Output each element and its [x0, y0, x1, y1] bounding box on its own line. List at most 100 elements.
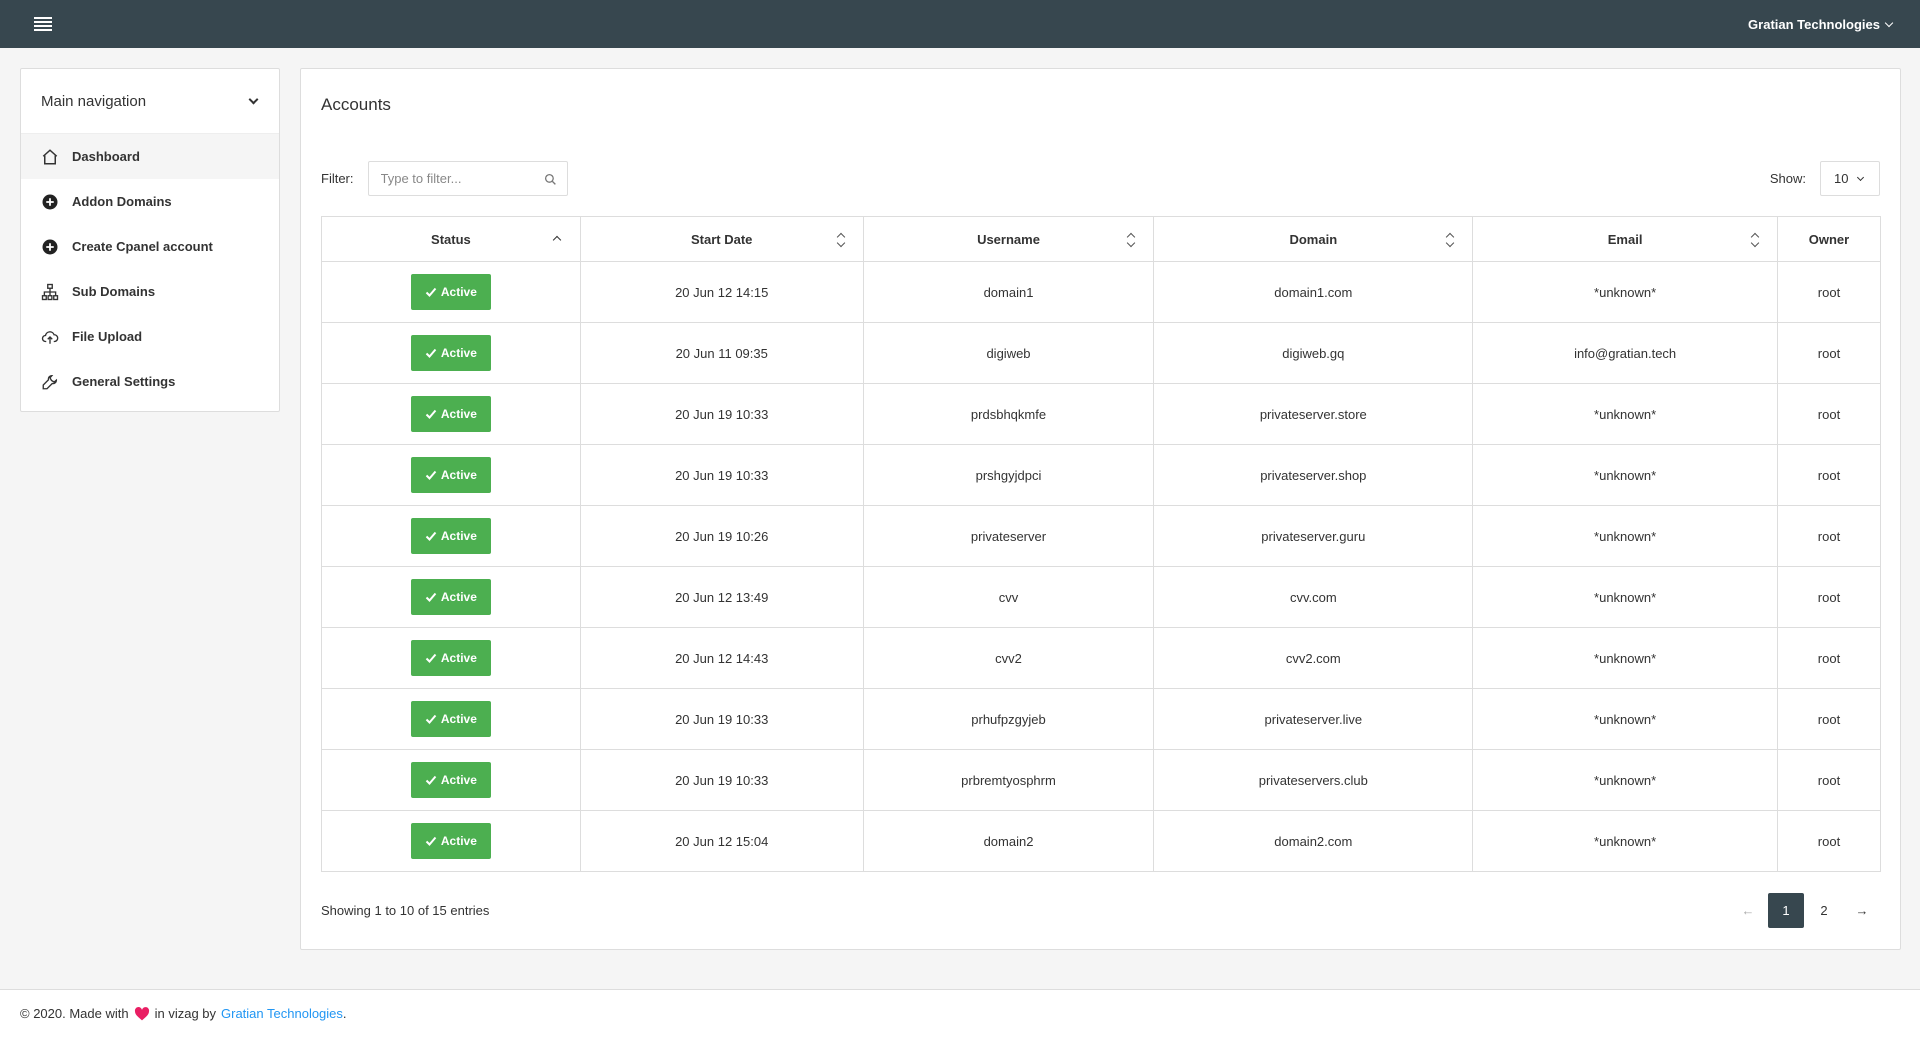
email-cell: *unknown* — [1472, 688, 1779, 750]
footer-company-link[interactable]: Gratian Technologies — [221, 1006, 343, 1021]
sidebar-item-general-settings[interactable]: General Settings — [21, 359, 279, 404]
home-icon — [42, 148, 58, 164]
page-size-value: 10 — [1834, 171, 1849, 186]
sidebar-item-label: Create Cpanel account — [72, 239, 213, 254]
table-row: Active 20 Jun 12 14:15 domain1 domain1.com *… — [321, 261, 1881, 323]
table-header-row: Status Start Date Username Domain Email … — [321, 216, 1881, 262]
email-cell: *unknown* — [1472, 261, 1779, 323]
status-badge: Active — [410, 396, 491, 432]
sitemap-icon — [41, 283, 59, 300]
organization-name: Gratian Technologies — [1748, 16, 1880, 32]
column-header-domain[interactable]: Domain — [1153, 216, 1474, 262]
organization-menu[interactable]: Gratian Technologies — [1748, 16, 1894, 32]
plus-circle-icon — [42, 239, 58, 254]
start-date-cell: 20 Jun 12 15:04 — [579, 810, 864, 872]
sidebar-title: Main navigation — [41, 92, 147, 110]
email-cell: info@gratian.tech — [1472, 322, 1779, 384]
accounts-table: Status Start Date Username Domain Email … — [321, 216, 1881, 872]
cloud-upload-icon — [41, 330, 59, 344]
check-icon — [425, 714, 437, 724]
owner-cell: root — [1777, 322, 1881, 384]
column-header-label: Start Date — [691, 231, 753, 247]
table-row: Active 20 Jun 12 14:43 cvv2 cvv2.com *unknow… — [321, 627, 1881, 689]
domain-cell: domain2.com — [1153, 810, 1474, 872]
status-badge: Active — [410, 640, 491, 676]
status-text: Active — [440, 346, 477, 360]
domain-cell: privateserver.guru — [1153, 505, 1474, 567]
page-size-select[interactable]: 10 — [1820, 161, 1880, 196]
email-cell: *unknown* — [1472, 749, 1779, 811]
column-header-label: Email — [1607, 231, 1643, 247]
table-row: Active 20 Jun 19 10:33 prshgyjdpci privates… — [321, 444, 1881, 506]
status-text: Active — [440, 285, 477, 299]
main-navigation-toggle[interactable]: Main navigation — [21, 69, 279, 134]
username-cell: prhufpzgyjeb — [862, 688, 1155, 750]
status-badge: Active — [410, 762, 491, 798]
sort-icon — [837, 233, 845, 247]
column-header-username[interactable]: Username — [862, 216, 1155, 262]
start-date-cell: 20 Jun 19 10:33 — [579, 688, 864, 750]
column-header-label: Domain — [1289, 231, 1338, 247]
show-label: Show: — [1769, 171, 1806, 186]
check-icon — [425, 348, 437, 358]
status-badge: Active — [410, 274, 491, 310]
status-badge: Active — [410, 701, 491, 737]
sidebar-item-label: File Upload — [72, 329, 143, 344]
username-cell: privateserver — [862, 505, 1155, 567]
owner-cell: root — [1777, 444, 1881, 506]
owner-cell: root — [1777, 383, 1881, 445]
prev-page-button[interactable]: ← — [1730, 893, 1766, 928]
status-cell: Active — [321, 444, 581, 506]
table-row: Active 20 Jun 11 09:35 digiweb digiweb.gq in… — [321, 322, 1881, 384]
heart-icon — [134, 1006, 149, 1020]
status-text: Active — [440, 834, 477, 848]
status-text: Active — [440, 773, 477, 787]
sidebar-item-addon-domains[interactable]: Addon Domains — [21, 179, 279, 224]
status-cell: Active — [321, 749, 581, 811]
status-badge: Active — [410, 579, 491, 615]
status-cell: Active — [321, 322, 581, 384]
filter-label: Filter: — [321, 171, 354, 186]
sidebar-item-create-cpanel-account[interactable]: Create Cpanel account — [21, 224, 279, 269]
page-2-button[interactable]: 2 — [1806, 893, 1842, 928]
sidebar-item-file-upload[interactable]: File Upload — [21, 314, 279, 359]
owner-cell: root — [1777, 749, 1881, 811]
hamburger-menu-icon[interactable] — [34, 17, 52, 31]
page-1-button[interactable]: 1 — [1768, 893, 1804, 928]
start-date-cell: 20 Jun 19 10:33 — [579, 749, 864, 811]
filter-group: Filter: — [321, 161, 568, 196]
status-cell: Active — [321, 627, 581, 689]
start-date-cell: 20 Jun 11 09:35 — [579, 322, 864, 384]
top-bar: Gratian Technologies — [0, 0, 1920, 48]
column-header-start-date[interactable]: Start Date — [579, 216, 864, 262]
username-cell: digiweb — [862, 322, 1155, 384]
column-header-email[interactable]: Email — [1472, 216, 1779, 262]
status-text: Active — [440, 712, 477, 726]
check-icon — [425, 653, 437, 663]
status-text: Active — [440, 468, 477, 482]
next-page-button[interactable]: → — [1844, 893, 1880, 928]
owner-cell: root — [1777, 566, 1881, 628]
column-header-label: Owner — [1808, 231, 1850, 247]
email-cell: *unknown* — [1472, 444, 1779, 506]
filter-input[interactable] — [368, 162, 567, 195]
sidebar-item-dashboard[interactable]: Dashboard — [21, 134, 279, 179]
table-row: Active 20 Jun 19 10:33 prhufpzgyjeb private… — [321, 688, 1881, 750]
table-row: Active 20 Jun 19 10:26 privateserver privat… — [321, 505, 1881, 567]
status-cell: Active — [321, 261, 581, 323]
sidebar-item-sub-domains[interactable]: Sub Domains — [21, 269, 279, 314]
sidebar-item-label: General Settings — [72, 374, 176, 389]
email-cell: *unknown* — [1472, 810, 1779, 872]
domain-cell: privateserver.live — [1153, 688, 1474, 750]
email-cell: *unknown* — [1472, 566, 1779, 628]
sort-icon — [1127, 233, 1135, 247]
status-text: Active — [440, 407, 477, 421]
email-cell: *unknown* — [1472, 627, 1779, 689]
start-date-cell: 20 Jun 19 10:33 — [579, 444, 864, 506]
status-cell: Active — [321, 566, 581, 628]
status-cell: Active — [321, 383, 581, 445]
username-cell: prdsbhqkmfe — [862, 383, 1155, 445]
column-header-status[interactable]: Status — [321, 216, 581, 262]
status-cell: Active — [321, 688, 581, 750]
start-date-cell: 20 Jun 12 13:49 — [579, 566, 864, 628]
